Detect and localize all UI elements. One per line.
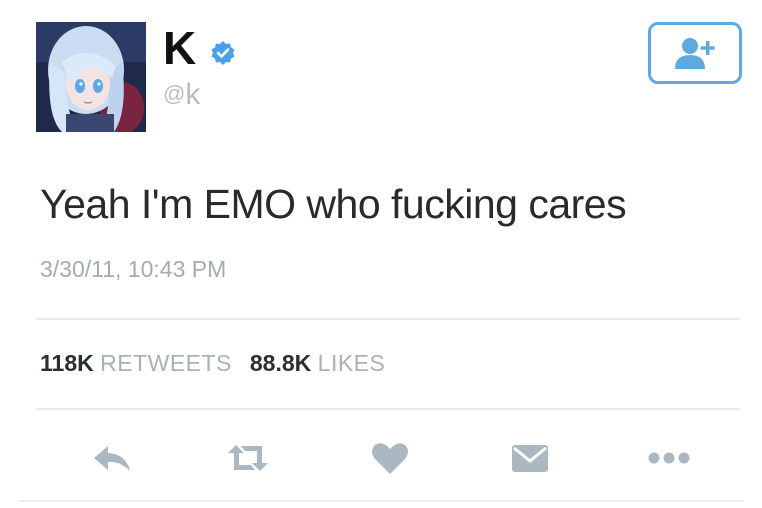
likes-label: LIKES	[317, 350, 386, 376]
tweet-timestamp[interactable]: 3/30/11, 10:43 PM	[40, 252, 226, 286]
retweet-icon	[228, 445, 268, 471]
direct-message-icon	[512, 445, 548, 472]
avatar[interactable]	[36, 22, 146, 132]
more-icon	[648, 452, 690, 464]
likes-stat[interactable]: 88.8K LIKES	[250, 350, 385, 376]
retweets-count: 118K	[40, 350, 94, 376]
divider	[36, 318, 740, 320]
more-options-button[interactable]	[643, 432, 695, 484]
action-bar	[0, 432, 762, 484]
display-name[interactable]: K	[163, 22, 196, 74]
like-button[interactable]	[364, 432, 416, 484]
tweet-stats: 118K RETWEETS 88.8K LIKES	[40, 346, 385, 380]
retweets-stat[interactable]: 118K RETWEETS	[40, 350, 232, 376]
handle-name: k	[185, 78, 201, 111]
retweets-label: RETWEETS	[100, 350, 232, 376]
divider	[36, 408, 740, 410]
likes-count: 88.8K	[249, 350, 312, 376]
verified-badge-icon	[211, 41, 235, 65]
reply-button[interactable]	[86, 432, 138, 484]
tweet-text: Yeah I'm EMO who fucking cares	[40, 181, 627, 227]
direct-message-button[interactable]	[504, 432, 556, 484]
handle-at-symbol: @	[163, 81, 186, 106]
add-user-icon	[675, 38, 715, 69]
retweet-button[interactable]	[222, 432, 274, 484]
reply-icon	[94, 446, 130, 471]
anime-girl-avatar-icon	[36, 22, 146, 132]
divider	[18, 500, 744, 502]
user-handle[interactable]: @k	[163, 76, 200, 113]
follow-button[interactable]	[648, 22, 742, 84]
like-icon	[372, 443, 408, 474]
